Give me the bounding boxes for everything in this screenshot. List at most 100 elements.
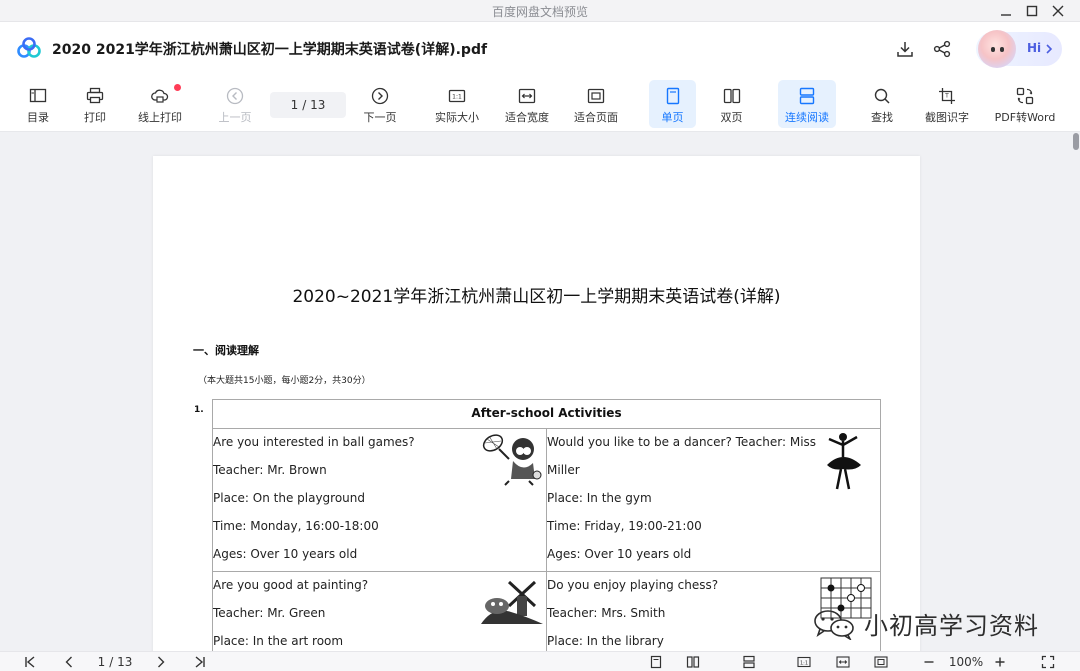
fit-width-button[interactable]: 适合宽度 xyxy=(498,80,556,128)
ai-assistant-button[interactable]: Hi xyxy=(976,30,1062,68)
zoom-out-icon[interactable] xyxy=(921,654,937,670)
single-page-label: 单页 xyxy=(661,111,684,124)
activities-table: After-school Activities Are you interest… xyxy=(212,399,881,651)
cell-text: Teacher: Mr. Brown xyxy=(213,463,327,477)
notification-dot xyxy=(174,84,181,91)
close-icon[interactable] xyxy=(1047,1,1069,21)
double-page-button[interactable]: 双页 xyxy=(708,80,755,128)
scrollbar-thumb[interactable] xyxy=(1073,133,1079,150)
fit-page-button[interactable]: 适合页面 xyxy=(567,80,625,128)
continuous-mode-icon[interactable] xyxy=(741,654,757,670)
page-total: / 13 xyxy=(302,98,326,112)
print-label: 打印 xyxy=(84,111,106,124)
crop-icon: T xyxy=(939,88,955,104)
ocr-button[interactable]: T 截图识字 xyxy=(918,80,976,128)
table-header: After-school Activities xyxy=(213,400,880,429)
page-number-input[interactable]: 1 / 13 xyxy=(270,92,346,118)
first-page-icon[interactable] xyxy=(22,654,38,670)
status-bar: 1 / 13 1:1 100% xyxy=(0,651,1080,671)
fit-width-label: 适合宽度 xyxy=(505,111,549,124)
cell-text: Place: In the art room xyxy=(213,634,344,648)
cell-text: Are you good at painting? xyxy=(213,578,369,592)
prev-page-label: 上一页 xyxy=(218,111,252,124)
search-icon xyxy=(874,88,890,104)
table-cell: Are you good at painting? Teacher: Mr. G… xyxy=(213,572,547,651)
svg-text:T: T xyxy=(944,93,949,100)
tennis-player-illustration xyxy=(482,434,542,486)
cell-text: Would you like to be a dancer? Teacher: … xyxy=(547,435,817,449)
status-page-indicator[interactable]: 1 / 13 xyxy=(92,654,138,670)
window-title: 百度网盘文档预览 xyxy=(491,5,588,19)
svg-text:1:1: 1:1 xyxy=(800,661,808,667)
watermark-text: 小初高学习资料 xyxy=(864,612,1039,640)
document-viewer[interactable]: 2020~2021学年浙江杭州萧山区初一上学期期末英语试卷(详解) 一、阅读理解… xyxy=(0,133,1080,651)
minimize-icon[interactable] xyxy=(995,1,1017,21)
page-current: 1 xyxy=(290,98,299,112)
continuous-read-button[interactable]: 连续阅读 xyxy=(778,80,836,128)
last-page-icon[interactable] xyxy=(192,654,208,670)
download-icon[interactable] xyxy=(894,38,916,60)
ocr-label: 截图识字 xyxy=(925,111,969,124)
printer-icon xyxy=(86,87,104,104)
fit-width-small-icon[interactable] xyxy=(835,654,851,670)
chevron-left-circle-icon xyxy=(226,87,244,105)
cell-text: Time: Friday, 19:00-21:00 xyxy=(547,519,702,533)
maximize-icon[interactable] xyxy=(1021,1,1043,21)
table-cell: Are you interested in ball games? Teache… xyxy=(213,429,547,572)
single-page-icon xyxy=(666,87,679,105)
vertical-scrollbar[interactable] xyxy=(1072,133,1080,651)
cell-text: Ages: Over 10 years old xyxy=(547,547,692,561)
cell-text: Place: In the gym xyxy=(547,491,652,505)
continuous-read-label: 连续阅读 xyxy=(785,111,829,124)
window-title-bar: 百度网盘文档预览 xyxy=(0,0,1080,22)
question-number: 1. xyxy=(194,405,204,415)
single-page-button[interactable]: 单页 xyxy=(649,80,696,128)
find-label: 查找 xyxy=(871,111,893,124)
online-print-button[interactable]: 线上打印 xyxy=(130,80,190,128)
cell-text: Place: In the library xyxy=(547,634,664,648)
fit-page-icon xyxy=(587,88,605,104)
actual-size-button[interactable]: 1:1 实际大小 xyxy=(428,80,486,128)
wechat-logo-icon xyxy=(814,609,854,640)
toc-label: 目录 xyxy=(27,111,49,124)
section-note: （本大题共15小题，每小题2分，共30分） xyxy=(198,376,371,386)
windmill-painting-illustration xyxy=(481,580,543,624)
fit-page-label: 适合页面 xyxy=(574,111,618,124)
cell-text: Teacher: Mr. Green xyxy=(213,606,326,620)
svg-text:1:1: 1:1 xyxy=(452,94,462,101)
prev-page-button[interactable]: 上一页 xyxy=(210,80,260,128)
single-page-mode-icon[interactable] xyxy=(648,654,664,670)
convert-icon xyxy=(1016,87,1034,105)
chevron-right-circle-icon xyxy=(371,87,389,105)
assistant-hi-label: Hi xyxy=(1027,41,1042,55)
zoom-in-icon[interactable] xyxy=(992,654,1008,670)
document-header: 2020 2021学年浙江杭州萧山区初一上学期期末英语试卷(详解).pdf Hi xyxy=(0,22,1080,76)
zoom-level[interactable]: 100% xyxy=(946,654,986,670)
double-page-icon xyxy=(723,88,740,104)
toc-icon xyxy=(29,88,47,103)
fullscreen-icon[interactable] xyxy=(1040,654,1056,670)
double-page-mode-icon[interactable] xyxy=(685,654,701,670)
watermark: 小初高学习资料 xyxy=(812,606,1039,641)
share-icon[interactable] xyxy=(931,38,953,60)
cell-text: Teacher: Mrs. Smith xyxy=(547,606,666,620)
fit-width-icon xyxy=(518,88,536,104)
actual-size-icon: 1:1 xyxy=(448,89,466,103)
print-button[interactable]: 打印 xyxy=(74,80,116,128)
find-button[interactable]: 查找 xyxy=(860,80,904,128)
prev-page-icon[interactable] xyxy=(61,654,77,670)
cloud-print-icon xyxy=(151,89,169,103)
toc-button[interactable]: 目录 xyxy=(17,80,59,128)
document-title: 2020~2021学年浙江杭州萧山区初一上学期期末英语试卷(详解) xyxy=(292,287,781,307)
next-page-button[interactable]: 下一页 xyxy=(355,80,405,128)
document-filename: 2020 2021学年浙江杭州萧山区初一上学期期末英语试卷(详解).pdf xyxy=(52,42,488,58)
assistant-avatar xyxy=(978,30,1016,68)
pdf-to-word-label: PDF转Word xyxy=(994,111,1056,124)
pdf-to-word-button[interactable]: PDF转Word xyxy=(990,80,1060,128)
cell-text: Place: On the playground xyxy=(213,491,365,505)
main-toolbar: 目录 打印 线上打印 上一页 下一页 1:1 实际大小 适合宽度 适合页面 单页… xyxy=(0,76,1080,132)
fit-page-small-icon[interactable] xyxy=(873,654,889,670)
continuous-read-icon xyxy=(799,87,815,105)
actual-size-small-icon[interactable]: 1:1 xyxy=(796,654,812,670)
next-page-icon[interactable] xyxy=(153,654,169,670)
